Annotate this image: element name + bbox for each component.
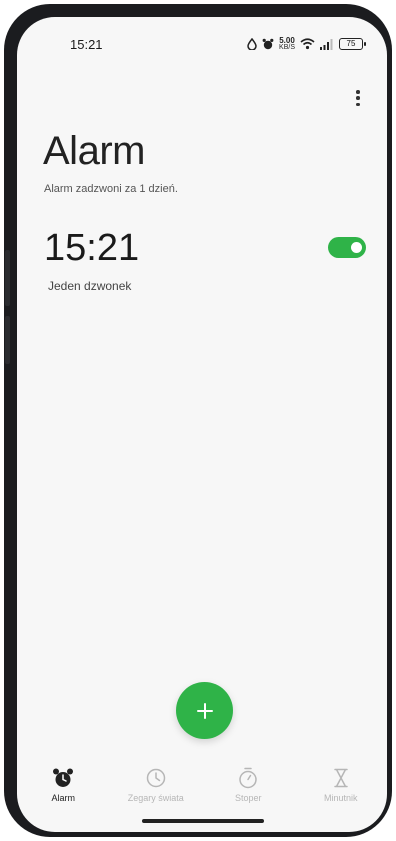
alarm-toggle[interactable] bbox=[328, 237, 366, 258]
wifi-icon bbox=[300, 38, 315, 50]
volume-button bbox=[5, 250, 10, 306]
more-options-icon[interactable] bbox=[351, 87, 365, 109]
alarm-label[interactable]: Jeden dzwonek bbox=[48, 279, 131, 293]
status-time: 15:21 bbox=[70, 37, 103, 52]
tab-label: Minutnik bbox=[323, 793, 358, 803]
status-bar: 15:21 5.00 KB/S 75 bbox=[17, 17, 387, 67]
alarm-clock-icon bbox=[53, 768, 74, 787]
tab-world-clock[interactable]: Zegary świata bbox=[110, 757, 203, 817]
tab-stopwatch[interactable]: Stoper bbox=[202, 757, 295, 817]
toggle-knob bbox=[351, 242, 362, 253]
speed-value: 5.00 bbox=[279, 36, 295, 45]
page-title: Alarm bbox=[43, 129, 145, 173]
home-indicator[interactable] bbox=[142, 819, 264, 823]
network-speed: 5.00 KB/S bbox=[279, 36, 295, 52]
signal-icon bbox=[320, 38, 333, 50]
status-icons: 5.00 KB/S 75 bbox=[247, 36, 366, 52]
screen: 15:21 5.00 KB/S 75 Alarm Alarm zadzwoni … bbox=[17, 17, 387, 832]
add-alarm-button[interactable] bbox=[176, 682, 233, 739]
stopwatch-icon bbox=[239, 767, 257, 789]
alarm-drop-icon bbox=[247, 38, 257, 50]
hourglass-icon bbox=[334, 768, 348, 788]
alarm-time[interactable]: 15:21 bbox=[44, 227, 139, 270]
tab-label: Stoper bbox=[234, 793, 262, 803]
tab-label: Zegary świata bbox=[127, 793, 184, 803]
tab-timer[interactable]: Minutnik bbox=[295, 757, 388, 817]
alarm-clock-icon bbox=[262, 38, 274, 50]
phone-frame: 15:21 5.00 KB/S 75 Alarm Alarm zadzwoni … bbox=[4, 4, 392, 837]
speed-unit: KB/S bbox=[279, 44, 295, 51]
tab-label: Alarm bbox=[51, 793, 75, 803]
power-button bbox=[5, 316, 10, 364]
next-alarm-info: Alarm zadzwoni za 1 dzień. bbox=[44, 183, 178, 195]
world-clock-icon bbox=[146, 768, 165, 788]
battery-icon: 75 bbox=[339, 38, 366, 50]
bottom-nav: Alarm Zegary świata Stoper Minutnik bbox=[17, 757, 387, 817]
plus-icon bbox=[196, 702, 213, 719]
tab-alarm[interactable]: Alarm bbox=[17, 757, 110, 817]
